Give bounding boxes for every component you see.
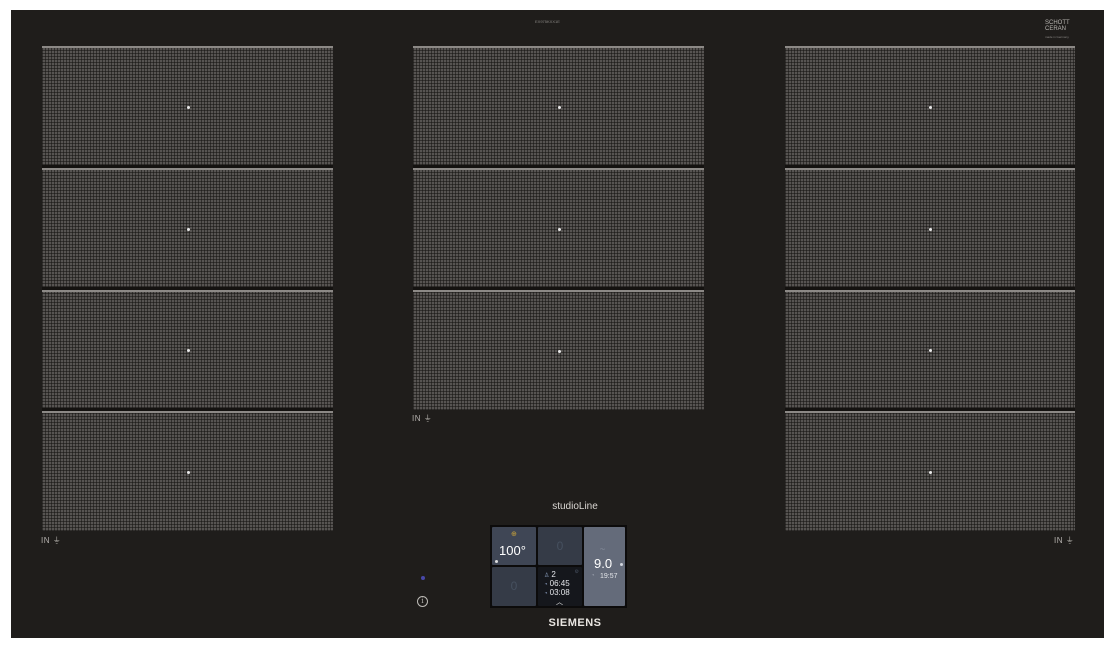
zone-level: 0 xyxy=(556,539,564,553)
induction-icon: ⏚ xyxy=(423,414,433,423)
induction-label-right: IN ⏚ xyxy=(1054,536,1075,545)
control-display: ⊕ 100° 0 〜 9.0 ◔ 19:57 0 ⚙ ♙ 2 ◔ 06:45 ◔ 03… xyxy=(490,525,627,608)
cooking-zone-center-1[interactable] xyxy=(413,46,704,165)
indicator-light xyxy=(421,576,425,580)
glass-brand-logo: SCHOTT CERAN made in Germany xyxy=(1045,20,1070,39)
cooking-zone-center-3[interactable] xyxy=(413,290,704,410)
chevron-up-icon[interactable]: ︿ xyxy=(556,597,563,607)
brand-logo: SIEMENS xyxy=(548,617,602,629)
zone-marker xyxy=(929,105,932,109)
zone-marker xyxy=(929,471,932,474)
cooking-zone-right-1[interactable] xyxy=(785,46,1075,165)
zone-marker xyxy=(186,471,190,474)
induction-label-left: IN ⏚ xyxy=(41,536,62,545)
thermometer-icon: ⊕ xyxy=(511,531,517,538)
power-level: 9.0 xyxy=(594,556,613,571)
temperature-value: 100° xyxy=(499,543,526,558)
zone-marker xyxy=(186,227,190,231)
zone-marker xyxy=(557,350,561,353)
zone-level: 0 xyxy=(510,579,518,593)
power-icon: 〜 xyxy=(600,547,606,553)
clock-icon: ◔ xyxy=(591,573,595,579)
zone-marker xyxy=(557,105,561,109)
cooking-zone-left-3[interactable] xyxy=(42,290,333,408)
zone-timer: 19:57 xyxy=(600,573,618,580)
settings-icon: ⚙ xyxy=(574,569,579,575)
zone-tile-inactive-2[interactable]: 0 xyxy=(492,567,536,606)
cooking-zone-left-1[interactable] xyxy=(42,46,333,165)
induction-icon: ⏚ xyxy=(52,536,62,545)
zone-marker xyxy=(186,349,190,352)
induction-icon: ⏚ xyxy=(1065,536,1075,545)
cooking-zone-left-4[interactable] xyxy=(42,411,333,531)
clock-icon: ◔ xyxy=(544,591,548,597)
zone-tile-temperature[interactable]: ⊕ 100° xyxy=(492,527,536,565)
level-indicator xyxy=(620,563,623,566)
induction-label-center: IN ⏚ xyxy=(412,414,433,423)
zone-marker xyxy=(186,105,190,109)
zone-tile-inactive[interactable]: 0 xyxy=(538,527,582,565)
cooking-zone-right-3[interactable] xyxy=(785,290,1075,408)
info-icon[interactable]: i xyxy=(417,596,428,607)
level-indicator xyxy=(495,560,498,563)
zone-tile-active[interactable]: 〜 9.0 ◔ 19:57 xyxy=(584,527,625,606)
cooking-zone-right-2[interactable] xyxy=(785,168,1075,287)
cooking-zone-center-2[interactable] xyxy=(413,168,704,287)
model-number: EX975KXX1E xyxy=(535,19,560,24)
zone-marker xyxy=(929,227,932,231)
series-name: studioLine xyxy=(552,501,598,512)
cooking-zone-right-4[interactable] xyxy=(785,411,1075,531)
cooking-zone-left-2[interactable] xyxy=(42,168,333,287)
zone-marker xyxy=(557,227,561,231)
timer-info-tile[interactable]: ⚙ ♙ 2 ◔ 06:45 ◔ 03:08 ︿ xyxy=(538,567,582,606)
zone-marker xyxy=(929,349,932,352)
